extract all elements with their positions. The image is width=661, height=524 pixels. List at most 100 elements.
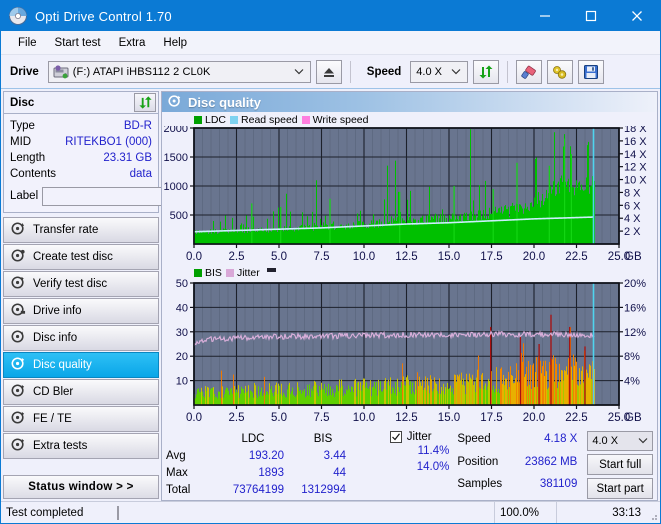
disc-value-mid: RITEKBO1 (000) [65,134,152,150]
svg-text:16%: 16% [624,302,646,314]
resize-grip[interactable] [646,502,660,523]
legend-read-speed: Read speed [230,114,298,126]
sidebar-item-fe-te[interactable]: FE / TE [3,406,159,432]
ldc-chart-svg: 5001000150020002 X4 X6 X8 X10 X12 X14 X1… [164,126,656,266]
start-part-button[interactable]: Start part [587,478,653,499]
test-speed-select[interactable]: 4.0 X [587,431,653,451]
sidebar-item-cd-bler[interactable]: CD Bler [3,379,159,405]
sidebar-item-transfer-rate[interactable]: Transfer rate [3,217,159,243]
speed-block: Speed 4.18 X Position 23862 MB Samples 3… [457,431,583,499]
disc-refresh-button[interactable] [134,93,156,112]
svg-text:7.5: 7.5 [314,412,330,424]
menu-file[interactable]: File [9,34,46,52]
tools-button[interactable] [547,60,573,84]
speed-label: Speed [367,66,402,78]
svg-text:12%: 12% [624,327,646,339]
legend-label-jitter: Jitter [237,267,260,279]
status-window-button[interactable]: Status window > > [3,475,159,499]
stats-total-ldc: 73764199 [214,482,292,499]
svg-text:12.5: 12.5 [395,251,417,263]
drive-icon [53,65,69,79]
legend-swatch-bis [194,269,202,277]
sidebar-item-verify-test-disc[interactable]: Verify test disc [3,271,159,297]
legend-swatch-read-speed [230,116,238,124]
samples-stat-value: 381109 [515,476,583,499]
legend-label-write-speed: Write speed [313,114,369,126]
progress-percent: 100.0% [494,502,556,523]
fe-te-icon [11,410,26,428]
speed-stat-value: 4.18 X [515,431,583,454]
disc-verify-icon [11,275,26,293]
toolbar-separator-1 [350,61,351,83]
legend-bis: BIS [194,267,222,279]
start-full-button[interactable]: Start full [587,454,653,475]
disc-row-mid: MID RITEKBO1 (000) [10,134,152,150]
close-button[interactable] [614,1,660,31]
svg-text:5.0: 5.0 [271,251,287,263]
stats-max-bis: 44 [292,465,354,482]
sidebar-item-create-test-disc[interactable]: Create test disc [3,244,159,270]
speed-stat-key: Speed [457,431,515,454]
stats-max-ldc: 1893 [214,465,292,482]
legend-swatch-write-speed [302,116,310,124]
menu-bar: File Start test Extra Help [1,31,660,55]
svg-text:4%: 4% [624,376,640,388]
svg-text:20: 20 [176,351,188,363]
speed-select[interactable]: 4.0 X [410,61,468,83]
svg-text:50: 50 [176,279,188,290]
svg-text:12 X: 12 X [624,162,647,174]
sidebar-item-extra-tests[interactable]: Extra tests [3,433,159,459]
svg-text:2000: 2000 [164,126,188,135]
stats-header-ldc: LDC [214,431,292,448]
stats-avg-bis: 3.44 [292,448,354,465]
svg-text:10 X: 10 X [624,175,647,187]
sidebar-item-drive-info[interactable]: Drive info [3,298,159,324]
eraser-button[interactable] [516,60,542,84]
maximize-button[interactable] [568,1,614,31]
progress-bar [117,506,119,520]
sidebar: Disc Type BD-R MID RITE [1,89,161,501]
disc-value-contents: data [130,166,152,182]
sidebar-label: Create test disc [33,251,113,263]
menu-start-test[interactable]: Start test [46,34,110,52]
refresh-button[interactable] [473,60,499,84]
svg-text:500: 500 [170,210,188,222]
svg-text:0.0: 0.0 [186,412,202,424]
svg-text:40: 40 [176,302,188,314]
disc-properties: Type BD-R MID RITEKBO1 (000) Length 23.3… [4,114,158,212]
sidebar-item-disc-info[interactable]: Disc info [3,325,159,351]
title-bar: Opti Drive Control 1.70 [1,1,660,31]
save-button[interactable] [578,60,604,84]
svg-text:30: 30 [176,327,188,339]
svg-text:2.5: 2.5 [229,251,245,263]
disc-test-icon [11,221,26,239]
content-area: Disc quality LDC Read speed [161,89,660,501]
jitter-checkbox[interactable] [390,431,402,443]
chevron-down-icon [294,67,304,77]
eject-button[interactable] [316,60,342,84]
minimize-button[interactable] [522,1,568,31]
legend-jitter: Jitter [226,267,260,279]
svg-text:5.0: 5.0 [271,412,287,424]
svg-text:17.5: 17.5 [480,412,502,424]
sidebar-item-disc-quality[interactable]: Disc quality [3,352,159,378]
window-title: Opti Drive Control 1.70 [35,9,172,24]
position-stat-key: Position [457,454,515,477]
menu-help[interactable]: Help [154,34,196,52]
disc-key-contents: Contents [10,166,56,182]
stats-key-total: Total [166,482,214,499]
svg-text:17.5: 17.5 [480,251,502,263]
panel-title: Disc quality [188,95,261,110]
disc-quality-panel: Disc quality LDC Read speed [161,91,658,501]
drive-select[interactable]: (F:) ATAPI iHBS112 2 CL0K [48,61,311,83]
actions-block: 4.0 X Start full Start part [587,431,653,499]
toolbar: Drive (F:) ATAPI iHBS112 2 CL0K [1,55,660,89]
ldc-chart: LDC Read speed Write speed 5001000 [164,113,655,266]
bis-chart-svg: 10203040504%8%12%16%20%0.02.55.07.510.01… [164,279,656,427]
menu-extra[interactable]: Extra [110,34,155,52]
disc-info-icon [11,329,26,347]
drive-value: (F:) ATAPI iHBS112 2 CL0K [73,66,211,78]
svg-text:2.5: 2.5 [229,412,245,424]
chevron-down-icon [451,67,461,77]
bis-jitter-chart: BIS Jitter 10203040504%8%12%16%20%0.02.5… [164,266,655,427]
